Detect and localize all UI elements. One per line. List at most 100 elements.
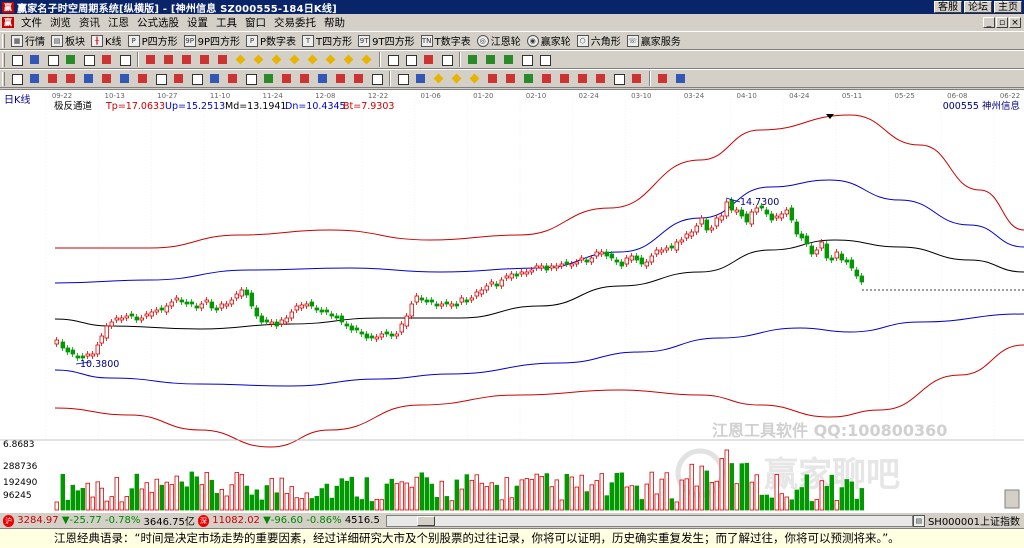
table-icon[interactable] [118, 53, 132, 67]
t-square-button[interactable]: T T四方形 [299, 33, 355, 49]
toolbar-grip[interactable] [2, 33, 5, 48]
print-icon[interactable] [520, 53, 534, 67]
globe-icon[interactable] [674, 72, 688, 86]
pointer-icon[interactable] [404, 53, 418, 67]
draw-icon[interactable] [334, 72, 348, 86]
zoom-icon[interactable] [28, 53, 42, 67]
gann-tool-icon[interactable] [414, 72, 428, 86]
hexagon-button[interactable]: ⬡ 六角形 [574, 33, 624, 49]
menu-gann[interactable]: 江恩 [104, 15, 133, 30]
chart-icon[interactable] [484, 53, 498, 67]
draw-icon[interactable] [244, 72, 258, 86]
menu-help[interactable]: 帮助 [320, 15, 349, 30]
menu-window[interactable]: 窗口 [241, 15, 270, 30]
draw-icon[interactable] [154, 72, 168, 86]
scroll-thumb[interactable] [416, 515, 435, 526]
draw-icon[interactable] [298, 72, 312, 86]
volume-scroll-button[interactable] [1004, 489, 1020, 509]
menu-formula[interactable]: 公式选股 [133, 15, 183, 30]
p-table-button[interactable]: P P数字表 [243, 33, 299, 49]
gann-tool-icon[interactable] [432, 72, 446, 86]
draw-icon[interactable] [280, 72, 294, 86]
horizontal-scrollbar[interactable] [385, 514, 913, 527]
winner-service-button[interactable]: ☏ 赢家服务 [624, 33, 684, 49]
hand-icon[interactable] [386, 53, 400, 67]
first-icon[interactable] [144, 53, 158, 67]
diamond-icon[interactable] [270, 53, 284, 67]
formula-icon[interactable] [100, 53, 114, 67]
kline-chart-panel[interactable]: 09-22 10-13 10-27 11-10 11-24 12-08 12-22 01-06… [0, 89, 1024, 514]
draw-icon[interactable] [208, 72, 222, 86]
menu-tools[interactable]: 工具 [212, 15, 241, 30]
menu-trade[interactable]: 交易委托 [270, 15, 320, 30]
title-link-service[interactable]: 客服 [934, 1, 962, 13]
draw-icon[interactable] [82, 72, 96, 86]
cross-icon[interactable] [216, 53, 230, 67]
draw-icon[interactable] [370, 72, 384, 86]
gann-tool-icon[interactable] [504, 72, 518, 86]
menu-browse[interactable]: 浏览 [46, 15, 75, 30]
menu-file[interactable]: 文件 [17, 15, 46, 30]
title-link-home[interactable]: 主页 [994, 1, 1022, 13]
diamond-icon[interactable] [288, 53, 302, 67]
draw-icon[interactable] [262, 72, 276, 86]
p-square-button[interactable]: P P四方形 [125, 33, 181, 49]
diamond-icon[interactable] [234, 53, 248, 67]
draw-icon[interactable] [136, 72, 150, 86]
kline-chart[interactable]: 09-22 10-13 10-27 11-10 11-24 12-08 12-22 01-06… [0, 90, 1024, 514]
close-icon[interactable]: × [1009, 16, 1021, 28]
draw-icon[interactable] [172, 72, 186, 86]
quote-button[interactable]: ▦ 行情 [8, 33, 48, 49]
last-icon[interactable] [198, 53, 212, 67]
arrow-icon[interactable] [82, 53, 96, 67]
draw-icon[interactable] [46, 72, 60, 86]
gann-tool-icon[interactable] [540, 72, 554, 86]
t-table-button[interactable]: TN T数字表 [418, 33, 474, 49]
gann-tool-icon[interactable] [468, 72, 482, 86]
9p-square-button[interactable]: 9P 9P四方形 [181, 33, 243, 49]
next-icon[interactable] [180, 53, 194, 67]
diamond-icon[interactable] [324, 53, 338, 67]
diamond-icon[interactable] [306, 53, 320, 67]
indicator-icon[interactable] [64, 53, 78, 67]
title-link-forum[interactable]: 论坛 [964, 1, 992, 13]
export-icon[interactable] [538, 53, 552, 67]
minimize-icon[interactable]: _ [983, 16, 995, 28]
draw-icon[interactable] [352, 72, 366, 86]
menu-news[interactable]: 资讯 [75, 15, 104, 30]
draw-icon[interactable] [226, 72, 240, 86]
layout-icon[interactable] [10, 53, 24, 67]
draw-icon[interactable] [190, 72, 204, 86]
sector-button[interactable]: ▤ 板块 [48, 33, 88, 49]
winner-wheel-button[interactable]: ◉ 赢家轮 [524, 33, 574, 49]
kline-button[interactable]: ╫ K线 [88, 33, 125, 49]
gann-wheel-button[interactable]: ◎ 江恩轮 [474, 33, 524, 49]
toolbar-grip[interactable] [2, 71, 5, 86]
gann-tool-icon[interactable] [576, 72, 590, 86]
diamond-icon[interactable] [360, 53, 374, 67]
diamond-icon[interactable] [252, 53, 266, 67]
toolbar-grip[interactable] [2, 52, 5, 67]
color-icon[interactable] [656, 72, 670, 86]
gann-tool-icon[interactable] [450, 72, 464, 86]
draw-icon[interactable] [28, 72, 42, 86]
9t-square-button[interactable]: 9T 9T四方形 [355, 33, 417, 49]
draw-icon[interactable] [118, 72, 132, 86]
chart-icon[interactable] [502, 53, 516, 67]
gann-tool-icon[interactable] [486, 72, 500, 86]
menu-settings[interactable]: 设置 [183, 15, 212, 30]
gann-tool-icon[interactable] [396, 72, 410, 86]
prev-icon[interactable] [162, 53, 176, 67]
draw-icon[interactable] [10, 72, 24, 86]
gann-tool-icon[interactable] [522, 72, 536, 86]
index-switch-icon[interactable]: ▤ [912, 514, 925, 527]
circle-icon[interactable] [440, 53, 454, 67]
draw-icon[interactable] [100, 72, 114, 86]
doc-icon[interactable]: 赢 [2, 16, 14, 28]
diamond-icon[interactable] [342, 53, 356, 67]
restore-icon[interactable]: ▫ [996, 16, 1008, 28]
draw-icon[interactable] [316, 72, 330, 86]
gann-tool-icon[interactable] [612, 72, 626, 86]
window-icon[interactable] [46, 53, 60, 67]
gann-tool-icon[interactable] [558, 72, 572, 86]
